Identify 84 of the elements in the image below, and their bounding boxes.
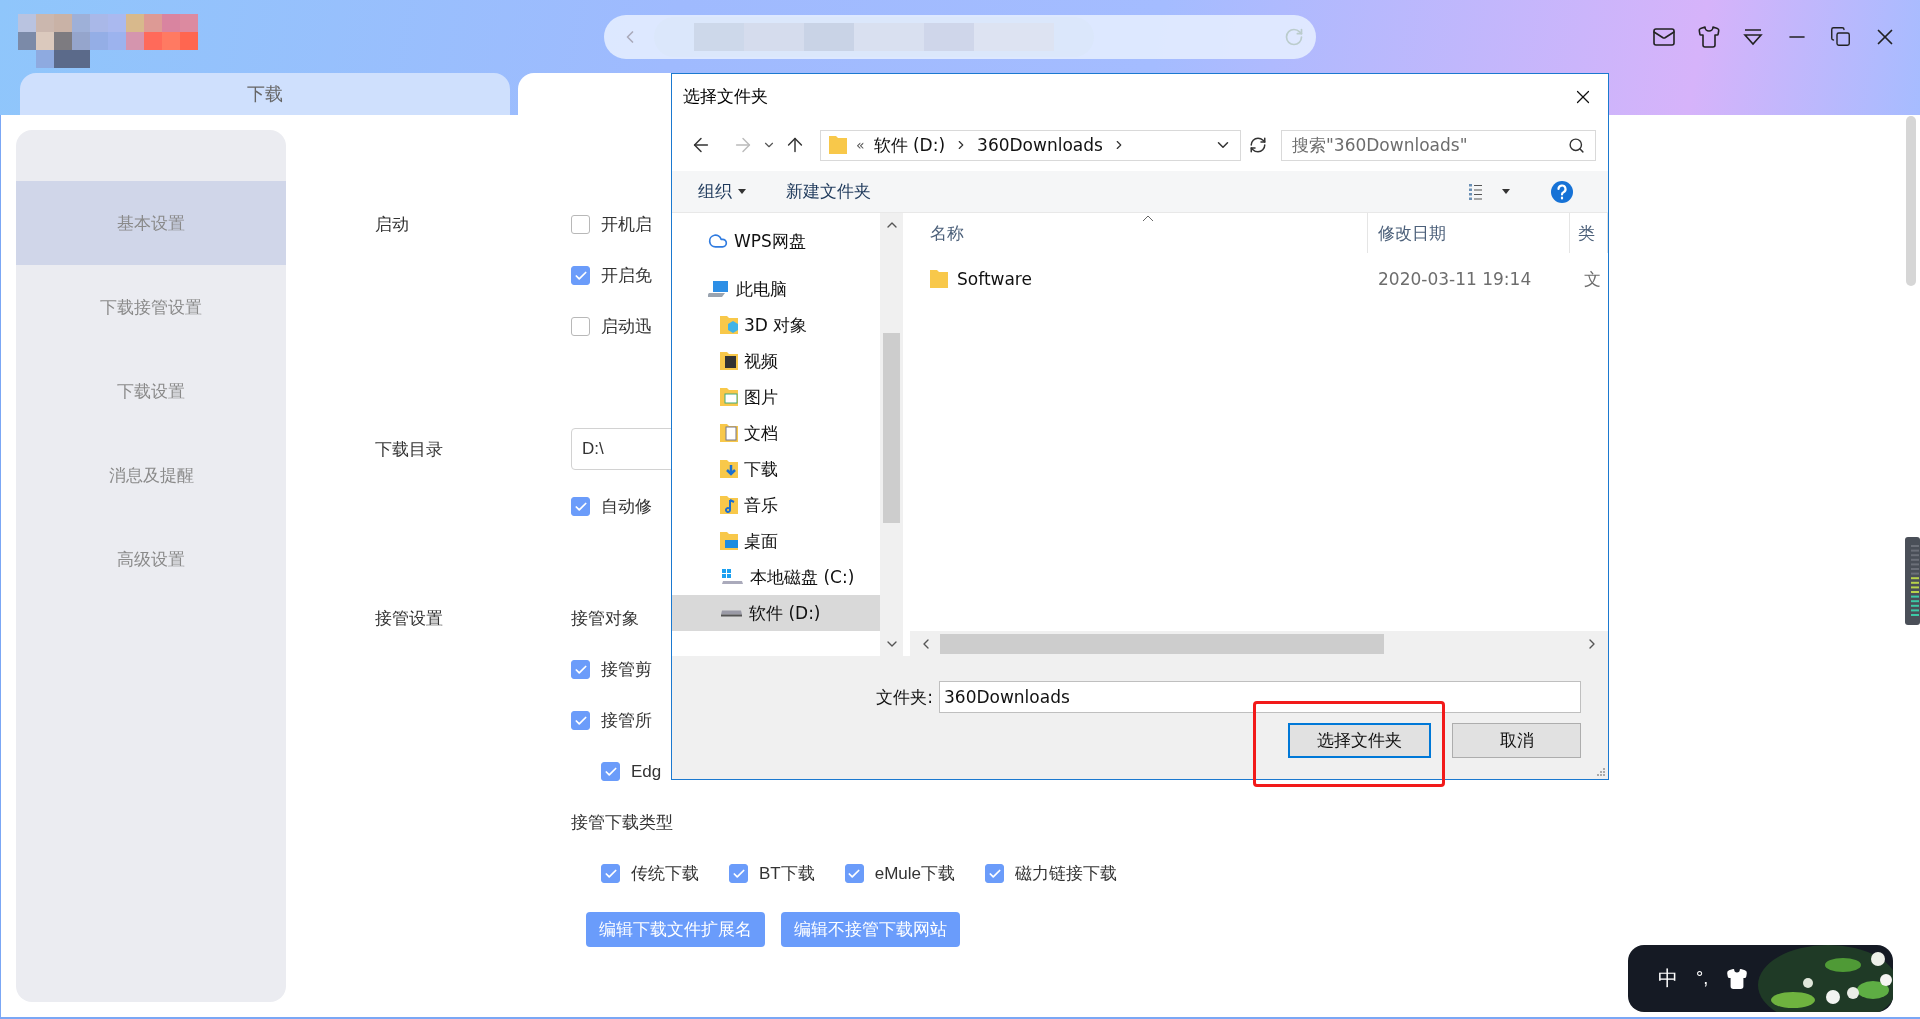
path-label[interactable]: 软件 (D:): [873, 133, 946, 157]
folder-icon: [720, 424, 738, 442]
sort-icon: [1142, 215, 1154, 222]
option-label: 开机启: [601, 214, 652, 236]
folder-icon: [720, 496, 738, 514]
group-heading: 接管下载类型: [571, 812, 673, 834]
scrollbar[interactable]: [1906, 116, 1916, 286]
column-header[interactable]: 修改日期: [1368, 213, 1570, 253]
input-mode-toggle[interactable]: 中: [1658, 965, 1678, 992]
nav-item[interactable]: 音乐: [672, 487, 880, 523]
caret-icon: [738, 189, 746, 194]
folder-icon: [829, 136, 847, 154]
nav-item[interactable]: 桌面: [672, 523, 880, 559]
checkbox[interactable]: [985, 864, 1005, 883]
dialog-button[interactable]: 选择文件夹: [1288, 723, 1431, 758]
nav-item[interactable]: 视频: [672, 343, 880, 379]
table-cell-text: 文: [1583, 267, 1602, 291]
option-label: 启动迅: [601, 316, 652, 338]
path-label[interactable]: 360Downloads: [977, 135, 1103, 155]
nav-item[interactable]: 本地磁盘 (C:): [672, 559, 880, 595]
option-label: BT下载: [759, 863, 815, 885]
restore-icon[interactable]: [1830, 26, 1851, 47]
resize-grip[interactable]: [1596, 767, 1606, 777]
ime-toolbar[interactable]: 中 °,: [1628, 945, 1893, 1012]
nav-item[interactable]: 此电脑: [672, 271, 880, 307]
folder-icon: [720, 388, 738, 406]
nav-item[interactable]: WPS网盘: [672, 223, 880, 259]
cloud-icon: [708, 231, 728, 251]
toolbar-button[interactable]: 组织: [698, 180, 746, 203]
option-label: 接管所: [601, 710, 652, 732]
caret-icon[interactable]: [1502, 189, 1510, 194]
option-label: 磁力链接下载: [1015, 863, 1118, 885]
checkbox[interactable]: [601, 762, 620, 781]
file-name: Software: [957, 269, 1032, 289]
file-row[interactable]: Software 2020-03-11 19:14 文: [910, 263, 1608, 295]
computer-icon: [708, 279, 730, 299]
overflow-chevron: «: [856, 137, 865, 153]
drive-icon: [720, 567, 744, 587]
option-label: 传统下载: [631, 863, 699, 885]
section-label: 启动: [375, 214, 409, 236]
folder-name-field[interactable]: 360Downloads: [939, 681, 1581, 713]
folder-icon: [930, 270, 948, 288]
field-label: 文件夹:: [876, 685, 933, 709]
checkbox[interactable]: [729, 864, 748, 883]
checkbox[interactable]: [571, 317, 590, 336]
scrollbar[interactable]: [910, 631, 1608, 656]
dialog-button[interactable]: 取消: [1452, 723, 1581, 758]
nav-item[interactable]: 软件 (D:): [672, 595, 880, 631]
checkbox[interactable]: [571, 215, 590, 234]
checkbox[interactable]: [571, 497, 590, 516]
path-bar[interactable]: « 软件 (D:) 360Downloads: [820, 129, 1241, 161]
table-cell-text: 2020-03-11 19:14: [1377, 269, 1533, 289]
folder-icon: [720, 352, 738, 370]
folder-icon: [720, 316, 738, 334]
option-label: 接管剪: [601, 659, 652, 681]
help-icon[interactable]: [1550, 179, 1574, 204]
checkbox[interactable]: [601, 864, 620, 883]
shirt-icon[interactable]: [1697, 24, 1721, 49]
refresh-icon[interactable]: [1249, 136, 1267, 154]
option-label: 自动修: [601, 496, 652, 518]
group-heading: 接管对象: [571, 608, 639, 630]
section-label: 接管设置: [375, 608, 443, 630]
checkbox[interactable]: [571, 266, 590, 285]
nav-item[interactable]: 3D 对象: [672, 307, 880, 343]
folder-icon: [720, 532, 738, 550]
checkbox[interactable]: [844, 864, 864, 883]
search-field[interactable]: 搜索"360Downloads": [1281, 129, 1596, 161]
tab[interactable]: 下载: [20, 73, 510, 115]
column-header[interactable]: 类: [1570, 213, 1608, 253]
drive-icon: [721, 609, 742, 617]
nav-item[interactable]: 图片: [672, 379, 880, 415]
checkbox[interactable]: [571, 660, 590, 679]
dialog-title: 选择文件夹: [683, 85, 768, 108]
scrollbar[interactable]: [880, 213, 903, 656]
folder-icon: [720, 460, 738, 478]
option-label: Edg: [631, 761, 662, 782]
search-icon: [1568, 136, 1585, 154]
section-label: 下载目录: [375, 438, 443, 461]
toolbar-button[interactable]: 新建文件夹: [786, 180, 871, 203]
checkbox[interactable]: [571, 711, 590, 730]
option-label: eMule下载: [874, 863, 956, 885]
punctuation-toggle[interactable]: °,: [1696, 968, 1709, 989]
option-label: 开启免: [601, 265, 652, 287]
column-header[interactable]: 名称: [910, 213, 1368, 253]
